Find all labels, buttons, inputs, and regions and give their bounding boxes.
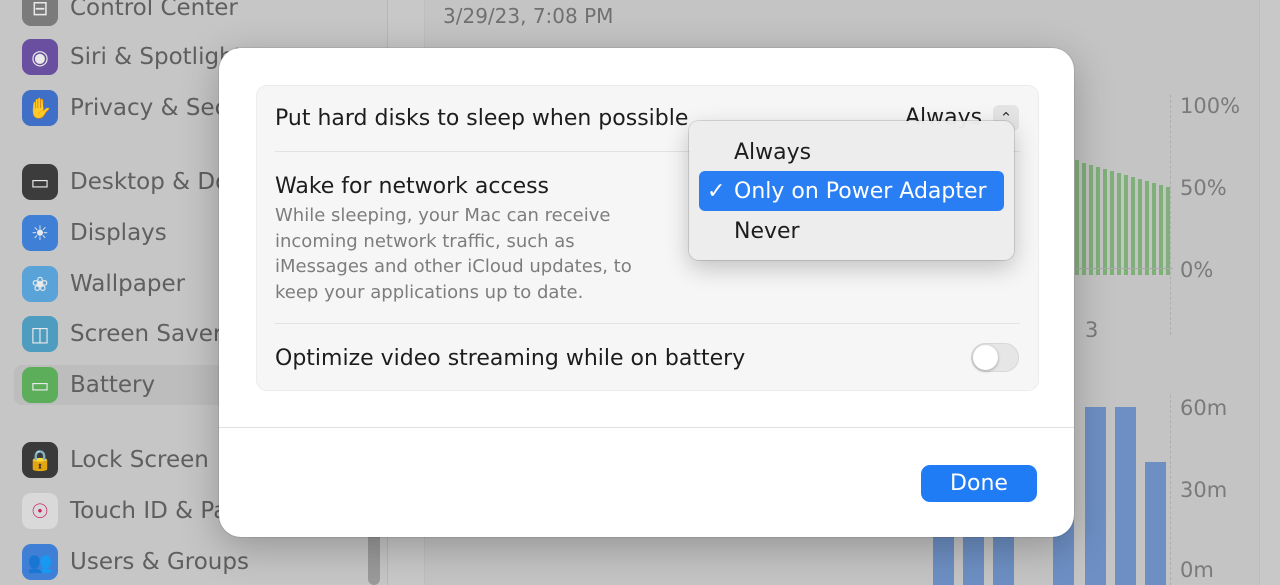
grid-line	[1170, 395, 1171, 585]
level-bar	[1124, 175, 1128, 275]
wake-network-description: While sleeping, your Mac can receive inc…	[275, 205, 632, 303]
level-bar	[1103, 169, 1107, 275]
hard-disk-sleep-menu: Always ✓ Only on Power Adapter Never	[689, 121, 1014, 260]
toggle-knob	[973, 345, 998, 370]
menu-item-only-on-power-adapter[interactable]: ✓ Only on Power Adapter	[699, 171, 1004, 211]
sidebar-item-label: Users & Groups	[70, 549, 249, 575]
sidebar-item-label: Control Center	[70, 0, 238, 21]
level-bar	[1082, 163, 1086, 275]
footer-separator	[219, 427, 1074, 428]
sidebar-item-label: Displays	[70, 220, 167, 246]
level-bar	[1131, 177, 1135, 275]
lock-icon: 🔒	[22, 442, 58, 478]
level-bar	[1138, 179, 1142, 275]
usage-bar	[1145, 462, 1166, 585]
control-center-icon: ⊟	[22, 0, 58, 26]
usage-axis-label: 30m	[1180, 478, 1228, 502]
usage-axis-label: 0m	[1180, 558, 1214, 582]
sidebar-item-label: Battery	[70, 372, 156, 398]
battery-level-chart	[1065, 140, 1185, 275]
level-axis-label: 50%	[1180, 176, 1227, 200]
last-charged-timestamp: 3/29/23, 7:08 PM	[443, 4, 614, 28]
screen-saver-icon: ◫	[22, 316, 58, 352]
menu-item-label: Always	[734, 139, 812, 165]
menu-item-always[interactable]: Always	[699, 132, 1004, 172]
sidebar-item-control-center[interactable]: ⊟ Control Center	[22, 0, 372, 28]
level-axis-label: 100%	[1180, 94, 1241, 118]
row-separator	[275, 323, 1020, 324]
level-bar	[1145, 181, 1149, 275]
siri-icon: ◉	[22, 39, 58, 75]
fingerprint-icon: ☉	[22, 493, 58, 529]
level-bar	[1075, 160, 1079, 275]
sun-icon: ☀	[22, 215, 58, 251]
usage-bar	[1085, 407, 1106, 585]
battery-icon: ▭	[22, 367, 58, 403]
sidebar-item-label: Screen Saver	[70, 321, 223, 347]
sidebar-item-label: Lock Screen	[70, 447, 209, 473]
wake-network-label: Wake for network access	[275, 174, 550, 199]
level-bar	[1110, 171, 1114, 275]
hand-icon: ✋	[22, 90, 58, 126]
users-icon: 👥	[22, 544, 58, 580]
usage-axis-label: 60m	[1180, 396, 1228, 420]
menu-item-label: Only on Power Adapter	[734, 178, 987, 204]
flower-icon: ❀	[22, 266, 58, 302]
level-bar	[1117, 173, 1121, 275]
dock-icon: ▭	[22, 164, 58, 200]
sidebar-item-users-groups[interactable]: 👥 Users & Groups	[22, 542, 372, 582]
chart-baseline	[1073, 268, 1173, 269]
level-bar	[1096, 167, 1100, 275]
level-bar	[1159, 185, 1163, 275]
sidebar-item-label: Wallpaper	[70, 271, 186, 297]
chart-x-label: 3	[1085, 318, 1099, 342]
done-button[interactable]: Done	[921, 465, 1037, 502]
video-streaming-toggle[interactable]	[971, 343, 1019, 372]
grid-line	[1170, 95, 1171, 335]
menu-item-never[interactable]: Never	[699, 211, 1004, 251]
menu-item-label: Never	[734, 218, 800, 244]
checkmark-icon: ✓	[707, 179, 726, 204]
hard-disk-sleep-label: Put hard disks to sleep when possible	[275, 106, 689, 131]
video-streaming-label: Optimize video streaming while on batter…	[275, 346, 746, 371]
sidebar-item-label: Siri & Spotlight	[70, 44, 243, 70]
level-bar	[1152, 183, 1156, 275]
level-bar	[1089, 165, 1093, 275]
usage-bar	[1115, 407, 1136, 585]
